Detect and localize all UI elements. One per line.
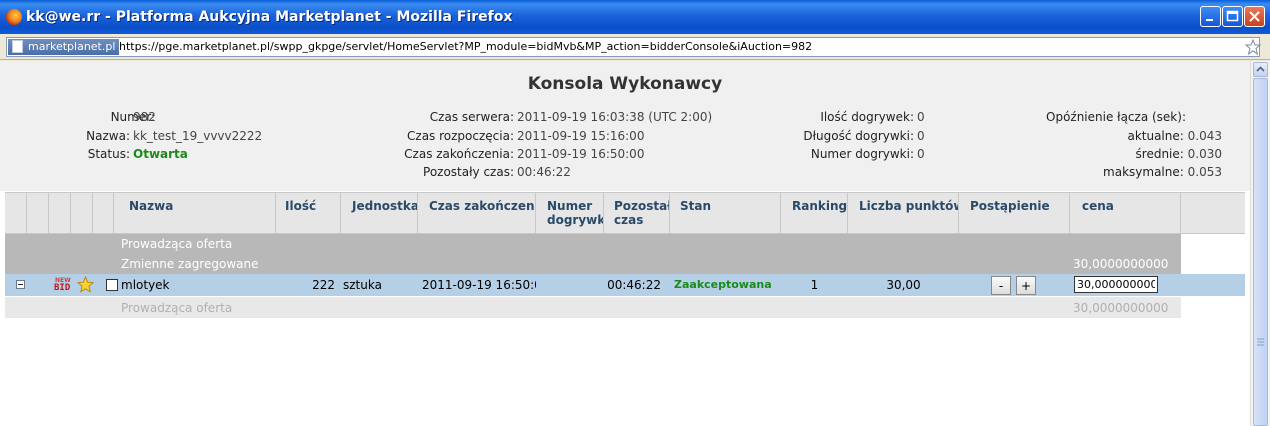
czas-serwera-label: Czas serwera:	[429, 110, 514, 124]
bookmark-star-icon[interactable]	[1245, 39, 1261, 55]
pozostaly-czas-value: 00:46:22	[517, 165, 571, 179]
navigation-bar: marketplanet.pl https://pge.marketplanet…	[0, 34, 1270, 60]
header-expand-col	[5, 193, 27, 234]
header-cena[interactable]: cena	[1070, 193, 1181, 234]
header-icon-col-2	[49, 193, 71, 234]
page-title: Konsola Wykonawcy	[527, 74, 723, 94]
offers-table-header: Nazwa Ilość Jednostka Czas zakończenia N…	[5, 192, 1245, 234]
status-label: Status:	[87, 147, 130, 161]
vertical-scrollbar[interactable]	[1250, 61, 1270, 426]
header-ilosc[interactable]: Ilość	[276, 193, 341, 234]
scroll-thumb[interactable]	[1253, 78, 1268, 426]
new-bid-icon: NEW BID	[54, 277, 71, 293]
url-field[interactable]: marketplanet.pl https://pge.marketplanet…	[6, 37, 1261, 57]
header-stan[interactable]: Stan	[670, 193, 781, 234]
close-button[interactable]	[1244, 6, 1265, 27]
numer-dogrywki-value: 0	[917, 147, 925, 161]
group-band: Prowadząca oferta Zmienne zagregowane 30…	[5, 234, 1181, 274]
site-identity-button[interactable]: marketplanet.pl	[8, 39, 120, 55]
auction-info-panel: Konsola Wykonawcy Numer: 982 Nazwa: kk_t…	[0, 61, 1250, 191]
decrease-bid-button[interactable]: -	[991, 276, 1011, 295]
leading-offer-price: 30,0000000000	[1073, 301, 1169, 315]
status-value: Otwarta	[133, 147, 188, 161]
chevron-up-icon	[1256, 66, 1265, 72]
header-icon-col-3	[71, 193, 93, 234]
favorite-star-icon[interactable]	[77, 276, 94, 293]
price-input[interactable]	[1074, 276, 1158, 293]
row-czas-zakonczenia: 2011-09-19 16:50:00	[422, 278, 536, 292]
row-ilosc: 222	[312, 278, 335, 292]
header-liczba-punktow[interactable]: Liczba punktów	[848, 193, 959, 234]
table-row[interactable]: NEW BID mlotyek 222 sztuka 2011-09-19 16…	[5, 274, 1245, 296]
opoznienie-label: Opóźnienie łącza (sek):	[1046, 110, 1186, 124]
firefox-icon	[6, 9, 22, 25]
numer-value: 982	[133, 110, 156, 124]
numer-dogrywki-label: Numer dogrywki:	[810, 147, 914, 161]
header-pozostaly-czas[interactable]: Pozostał czas	[604, 193, 670, 234]
czas-rozpoczecia-value: 2011-09-19 15:16:00	[517, 129, 645, 143]
grip-icon	[1257, 338, 1264, 346]
maximize-icon	[1226, 10, 1239, 22]
header-nazwa[interactable]: Nazwa	[114, 193, 276, 234]
czas-zakonczenia-label: Czas zakończenia:	[404, 147, 514, 161]
window-title: kk@we.rr - Platforma Aukcyjna Marketplan…	[26, 9, 513, 25]
page-icon	[12, 40, 23, 53]
header-czas-zakonczenia[interactable]: Czas zakończenia	[418, 193, 536, 234]
group-aggregated-price: 30,0000000000	[1073, 257, 1169, 271]
page-content: Konsola Wykonawcy Numer: 982 Nazwa: kk_t…	[0, 61, 1250, 426]
header-numer-dogrywki[interactable]: Numer dogrywk	[536, 193, 604, 234]
header-checkbox-col	[93, 193, 114, 234]
srednie-line: średnie: 0.030	[1135, 147, 1222, 161]
ilosc-dogrywek-label: Ilość dogrywek:	[820, 110, 914, 124]
header-ranking[interactable]: Ranking	[781, 193, 848, 234]
site-identity-label: marketplanet.pl	[28, 40, 116, 53]
leading-offer-row: Prowadząca oferta 30,0000000000	[5, 297, 1181, 318]
minimize-button[interactable]	[1200, 6, 1221, 27]
ilosc-dogrywek-value: 0	[917, 110, 925, 124]
czas-zakonczenia-value: 2011-09-19 16:50:00	[517, 147, 645, 161]
header-postapienie[interactable]: Postąpienie	[959, 193, 1070, 234]
header-jednostka[interactable]: Jednostka	[341, 193, 418, 234]
pozostaly-czas-label: Pozostały czas:	[423, 165, 514, 179]
nazwa-value: kk_test_19_vvvv2222	[133, 129, 263, 143]
minimize-icon	[1206, 19, 1213, 21]
aktualne-line: aktualne: 0.043	[1127, 129, 1222, 143]
czas-serwera-value: 2011-09-19 16:03:38 (UTC 2:00)	[517, 110, 713, 124]
czas-rozpoczecia-label: Czas rozpoczęcia:	[407, 129, 514, 143]
row-ranking: 1	[810, 278, 819, 292]
row-stan: Zaakceptowana	[674, 278, 772, 291]
dlugosc-dogrywki-label: Długość dogrywki:	[803, 129, 914, 143]
close-icon	[1249, 11, 1260, 22]
scroll-up-button[interactable]	[1253, 62, 1268, 77]
row-nazwa: mlotyek	[121, 278, 170, 292]
nazwa-label: Nazwa:	[86, 129, 130, 143]
dlugosc-dogrywki-value: 0	[917, 129, 925, 143]
group-aggregated: Zmienne zagregowane	[121, 257, 259, 271]
maximize-button[interactable]	[1222, 6, 1243, 27]
maksymalne-line: maksymalne: 0.053	[1103, 165, 1222, 179]
collapse-icon[interactable]	[16, 280, 25, 289]
window-title-bar: kk@we.rr - Platforma Aukcyjna Marketplan…	[0, 0, 1270, 34]
numer-label: Numer:	[110, 110, 155, 124]
row-pozostaly-czas: 00:46:22	[607, 278, 661, 292]
group-leading-offer: Prowadząca oferta	[121, 237, 233, 251]
header-icon-col-1	[27, 193, 49, 234]
leading-offer-label: Prowadząca oferta	[121, 301, 233, 315]
row-jednostka: sztuka	[343, 278, 382, 292]
url-text[interactable]: https://pge.marketplanet.pl/swpp_gkpge/s…	[119, 40, 812, 53]
row-liczba-punktow: 30,00	[886, 278, 921, 292]
row-checkbox[interactable]	[106, 279, 118, 291]
increase-bid-button[interactable]: +	[1016, 276, 1036, 295]
